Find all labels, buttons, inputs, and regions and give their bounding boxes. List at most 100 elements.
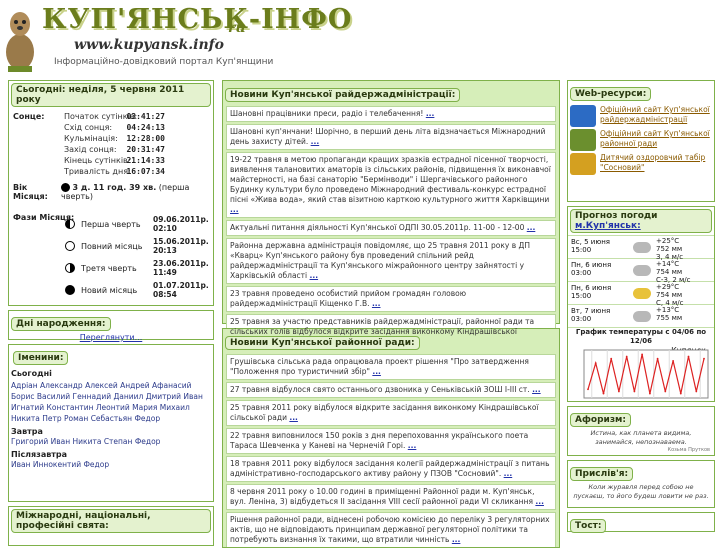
news-more-link[interactable]: ... — [452, 535, 461, 544]
namedays-panel: Іменини: Сьогодні Адріан Александр Алекс… — [8, 344, 214, 502]
weather-t: +29°C — [656, 283, 680, 291]
news-more-link[interactable]: ... — [372, 299, 381, 308]
news-more-link[interactable]: ... — [532, 385, 541, 394]
holidays-panel: Міжнародні, національні, професійні свят… — [8, 506, 214, 546]
weather-date: Вс, 5 июня — [571, 238, 611, 246]
chart-point — [703, 357, 705, 360]
web-resource-link[interactable]: Офіційний сайт Куп'янської райдержадміні… — [600, 105, 712, 127]
logo-suffix: ru — [228, 20, 246, 36]
chart-point — [695, 390, 698, 393]
news-admin-panel: Новини Куп'янської райдержадміністрації:… — [222, 80, 560, 350]
web-resource-link[interactable]: Дитячий оздоровчий табір "Сосновий" — [600, 153, 712, 175]
chart-x-tick: 9 — [652, 401, 656, 402]
chart-point — [610, 357, 613, 360]
news-text: Районна державна адміністрація повідомля… — [230, 241, 531, 280]
phase-date: 09.06.2011р. 02:10 — [153, 215, 209, 233]
site-tagline: Інформаційно-довідковий портал Куп'янщин… — [54, 57, 274, 67]
namedays-today-list[interactable]: Адріан Александр Алексей Андрей Афанасий… — [11, 380, 211, 424]
cloud-shape — [633, 241, 651, 253]
left-column: Сьогодні: неділя, 5 червня 2011 року Сон… — [8, 80, 214, 546]
weather-title-text: Прогноз погоди — [575, 211, 658, 221]
weather-row: Вт, 7 июня 03:00 +13°C 755 мм — [568, 304, 714, 327]
weather-day: Пн, 6 июня 03:00 — [568, 259, 628, 281]
sun-label: Сонце: — [13, 112, 45, 121]
weather-p: 752 мм — [656, 245, 683, 253]
phases-table: Перша чверть 09.06.2011р. 02:10 Повний міс… — [9, 213, 213, 301]
birthdays-view-link[interactable]: Переглянути... — [80, 333, 143, 342]
sun-row-value: 12:28:00 — [126, 134, 165, 143]
weather-time: 15:00 — [571, 292, 592, 300]
sun-row: Тривалість дня: 16:07:34 — [9, 166, 213, 177]
news-item: Шановні працівники преси, радіо і телеба… — [226, 106, 556, 122]
chart-x-tick: 10 — [665, 401, 673, 402]
news-rada-list: Грушівська сільська рада опрацювала прое… — [223, 354, 559, 547]
namedays-title: Іменини: — [13, 351, 69, 365]
web-resource-logo-icon — [570, 153, 596, 175]
aphorism-panel: Афоризм: Истина, как планета видима, зан… — [567, 406, 715, 456]
namedays-tomorrow-label: Завтра — [11, 427, 43, 436]
namedays-after-list[interactable]: Иван Иннокентий Федор — [11, 459, 211, 470]
chart-point — [656, 357, 659, 360]
web-resource-item[interactable]: Офіційний сайт Куп'янської райдержадміні… — [570, 105, 712, 127]
news-item: Актуальні питання діяльності Куп'янської… — [226, 220, 556, 236]
sun-row-label: Захід сонця: — [64, 145, 117, 154]
proverb-panel: Прислів'я: Коли журавля перед собою не п… — [567, 460, 715, 508]
toast-panel: Тост: — [567, 512, 715, 533]
web-list: Офіційний сайт Куп'янської райдержадміні… — [568, 105, 714, 175]
news-more-link[interactable]: ... — [535, 497, 544, 506]
chart-point — [594, 362, 597, 364]
middle-column: Новини Куп'янської райдержадміністрації:… — [222, 80, 560, 548]
chart-point — [633, 390, 636, 393]
web-resource-item[interactable]: Дитячий оздоровчий табір "Сосновий" — [570, 153, 712, 175]
today-panel: Сьогодні: неділя, 5 червня 2011 року Сон… — [8, 80, 214, 306]
logo-url[interactable]: www.kupyansk.info — [74, 37, 224, 53]
sun-row-value: 04:24:13 — [126, 123, 165, 132]
right-column: Web-ресурси: Офіційний сайт Куп'янської … — [567, 80, 715, 533]
moon-age-label: Вік Місяця: — [13, 183, 48, 201]
news-more-link[interactable]: ... — [408, 441, 417, 450]
chart-point — [672, 360, 674, 362]
news-text: 18 травня 2011 року відбулося засідання … — [230, 459, 550, 478]
namedays-tomorrow-list[interactable]: Григорий Иван Никита Степан Федор — [11, 436, 211, 447]
news-more-link[interactable]: ... — [310, 271, 319, 280]
news-text: 23 травня проведено особистий прийом гро… — [230, 289, 467, 308]
weather-p: 754 мм — [656, 268, 683, 276]
aphorism-text: Истина, как планета видима, занимайся, н… — [590, 429, 692, 446]
news-more-link[interactable]: ... — [426, 109, 435, 118]
chart-point — [602, 392, 605, 395]
toast-title: Тост: — [570, 519, 607, 533]
news-text: 19-22 травня в метою пропаганди кращих з… — [230, 155, 551, 204]
chart-point — [687, 355, 690, 358]
news-admin-title: Новини Куп'янської райдержадміністрації: — [225, 88, 461, 102]
weather-city-link[interactable]: м.Куп'янськ: — [575, 221, 641, 231]
weather-day: Вс, 5 июня 15:00 — [568, 236, 628, 258]
news-text: Шановні куп'янчани! Шорічно, в перший де… — [230, 127, 546, 146]
sun-row-value: 03:41:27 — [126, 112, 165, 121]
news-more-link[interactable]: ... — [230, 205, 239, 214]
news-item: Районна державна адміністрація повідомля… — [226, 238, 556, 284]
news-more-link[interactable]: ... — [311, 137, 320, 146]
weather-p: 754 мм — [656, 291, 683, 299]
proverb-title: Прислів'я: — [570, 467, 634, 481]
news-text: Шановні працівники преси, радіо і телеба… — [230, 109, 424, 118]
news-more-link[interactable]: ... — [372, 367, 381, 376]
weather-table: Вс, 5 июня 15:00 +25°C 752 мм З, 4 м/с Пн, 6 … — [568, 235, 714, 327]
news-item: Шановні куп'янчани! Шорічно, в перший де… — [226, 124, 556, 150]
web-resource-link[interactable]: Офіційний сайт Куп'янської районної ради — [600, 129, 712, 151]
news-more-link[interactable]: ... — [289, 413, 298, 422]
sun-row-label: Схід сонця: — [64, 123, 113, 132]
moon-phase-icon — [65, 263, 75, 273]
today-title: Сьогодні: неділя, 5 червня 2011 року — [11, 83, 211, 107]
news-more-link[interactable]: ... — [504, 469, 513, 478]
moon-phase-icon — [65, 241, 75, 251]
web-resource-item[interactable]: Офіційний сайт Куп'янської районної ради — [570, 129, 712, 151]
phase-name: Повний місяць — [81, 241, 143, 251]
moon-phase-icon — [65, 285, 75, 295]
weather-date: Вт, 7 июня — [571, 307, 611, 315]
news-more-link[interactable]: ... — [527, 223, 536, 232]
site-header: КУП'ЯНСЬК-ІНФО ru www.kupyansk.info Інфо… — [0, 0, 727, 78]
weather-time: 03:00 — [571, 315, 592, 323]
web-title: Web-ресурси: — [570, 87, 652, 101]
phase-date: 23.06.2011р. 11:49 — [153, 259, 209, 277]
weather-values: +29°C 754 мм С, 4 м/с — [656, 282, 714, 307]
